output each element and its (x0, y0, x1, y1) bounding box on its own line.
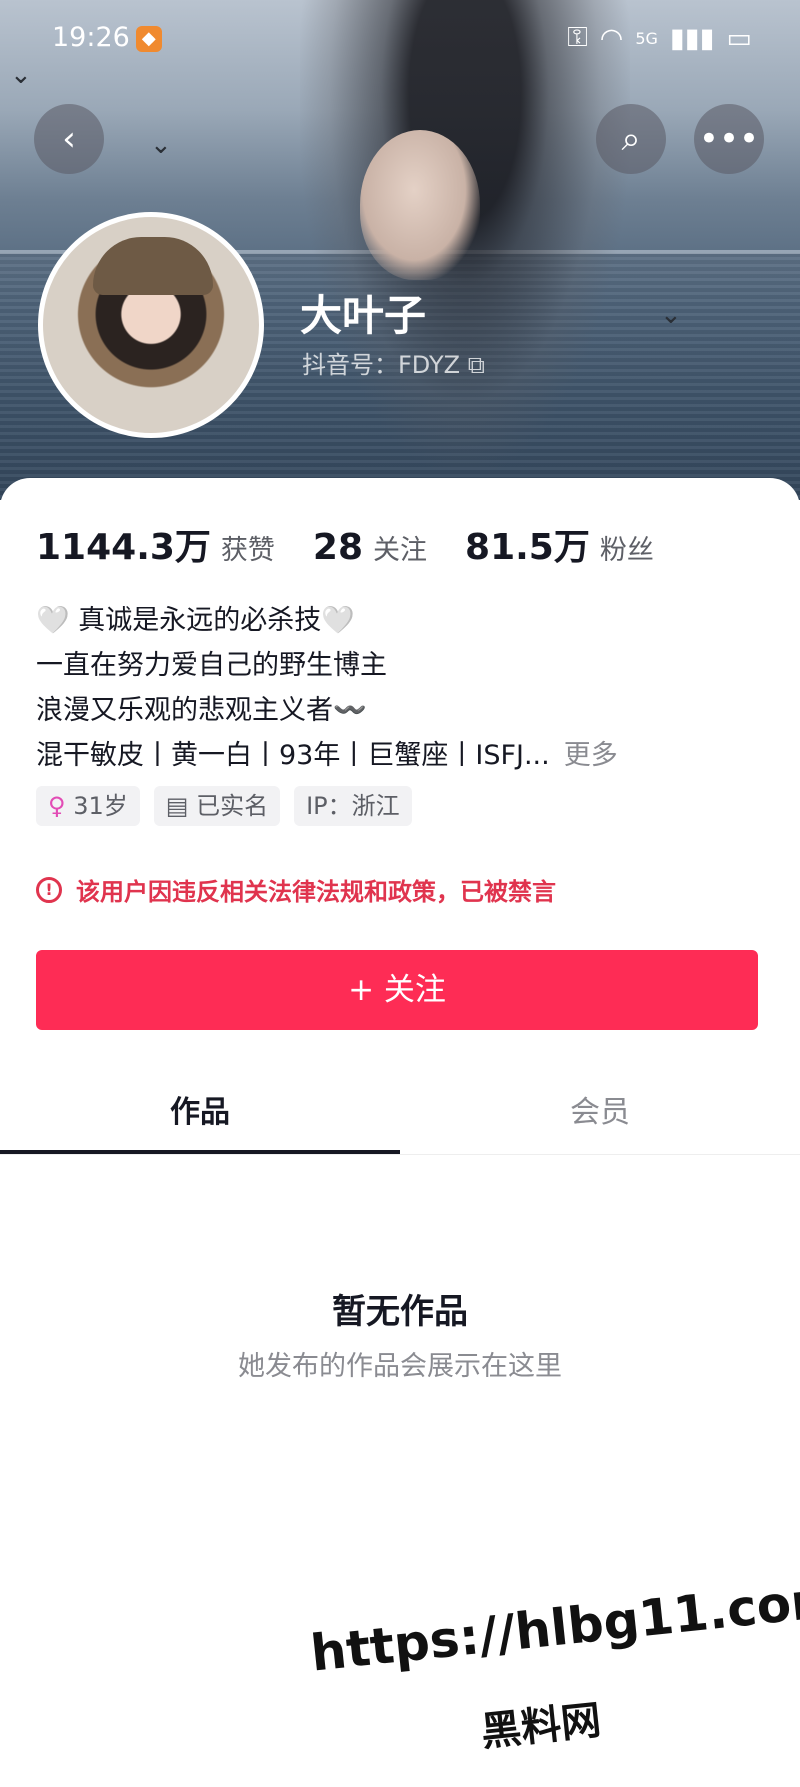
notification-badge-icon: ◆ (135, 25, 162, 52)
ip-tag: IP：浙江 (294, 786, 412, 826)
seagull-icon: ⌄ (150, 130, 172, 160)
seagull-icon: ⌄ (660, 300, 682, 330)
tab-indicator (0, 1150, 400, 1154)
verified-tag: ▤ 已实名 (153, 786, 281, 826)
network-label: 5G (635, 28, 658, 48)
verified-tag-text: 已实名 (196, 792, 269, 820)
age-tag-text: 31岁 (73, 792, 128, 820)
status-time: 19:26 ◆ (52, 22, 162, 53)
seagull-icon: ⌄ (10, 60, 32, 90)
ban-notice-text: 该用户因违反相关法律法规和政策，已被禁言 (76, 878, 556, 906)
status-icons: ⚿ ◠ 5G ▮▮▮ ▭ (567, 22, 752, 54)
bio-line: 混干敏皮丨黄一白丨93年丨巨蟹座丨ISFJ... 更多 (36, 733, 618, 778)
cover-photo-face (360, 130, 480, 280)
age-tag: ♀ 31岁 (36, 786, 140, 826)
avatar[interactable] (38, 212, 264, 438)
tags-row: ♀ 31岁 ▤ 已实名 IP：浙江 (36, 786, 412, 826)
key-icon: ⚿ (567, 22, 588, 53)
bio-line: 🤍 真诚是永远的必杀技🤍 (36, 605, 355, 636)
id-card-icon: ▤ (165, 792, 189, 820)
battery-icon: ▭ (726, 22, 752, 54)
bio: 🤍 真诚是永远的必杀技🤍 一直在努力爱自己的野生博主 浪漫又乐观的悲观主义者〰️… (36, 598, 618, 778)
bio-line: 浪漫又乐观的悲观主义者〰️ (36, 695, 367, 726)
tab-bar: 作品 会员 (0, 1080, 800, 1155)
copy-icon[interactable]: ⧉ (468, 351, 485, 379)
chevron-left-icon: ‹ (62, 119, 76, 159)
bio-more-link[interactable]: 更多 (564, 740, 618, 771)
more-button[interactable]: ••• (694, 104, 764, 174)
bio-line-text: 混干敏皮丨黄一白丨93年丨巨蟹座丨ISFJ... (36, 740, 550, 771)
following-label[interactable]: 关注 (373, 528, 427, 567)
empty-state-title: 暂无作品 (332, 1292, 468, 1332)
followers-count[interactable]: 81.5万 (465, 518, 590, 570)
avatar-hat (93, 237, 213, 295)
following-count[interactable]: 28 (313, 527, 363, 568)
likes-label: 获赞 (220, 535, 275, 566)
follow-button[interactable]: + 关注 (36, 950, 758, 1030)
more-icon: ••• (698, 119, 760, 159)
followers-label[interactable]: 粉丝 (600, 528, 654, 567)
ban-notice: ! 该用户因违反相关法律法规和政策，已被禁言 (36, 872, 556, 907)
bio-line: 一直在努力爱自己的野生博主 (36, 650, 387, 681)
search-icon: ⌕ (621, 119, 641, 159)
search-button[interactable]: ⌕ (596, 104, 666, 174)
tab-works[interactable]: 作品 (0, 1080, 400, 1154)
likes-count: 1144.3万 (36, 527, 211, 568)
signal-icon: ▮▮▮ (669, 22, 715, 54)
back-button[interactable]: ‹ (34, 104, 104, 174)
empty-state-subtitle: 她发布的作品会展示在这里 (238, 1351, 562, 1382)
stats-row: 1144.3万 获赞 28 关注 81.5万 粉丝 (36, 518, 692, 570)
wifi-icon: ◠ (599, 22, 624, 54)
douyin-id[interactable]: 抖音号：FDYZ ⧉ (302, 345, 485, 380)
douyin-id-text: 抖音号：FDYZ (302, 351, 461, 379)
tab-membership[interactable]: 会员 (400, 1080, 800, 1154)
warning-icon: ! (36, 876, 62, 903)
female-icon: ♀ (48, 792, 66, 820)
profile-name: 大叶子 (300, 291, 427, 340)
